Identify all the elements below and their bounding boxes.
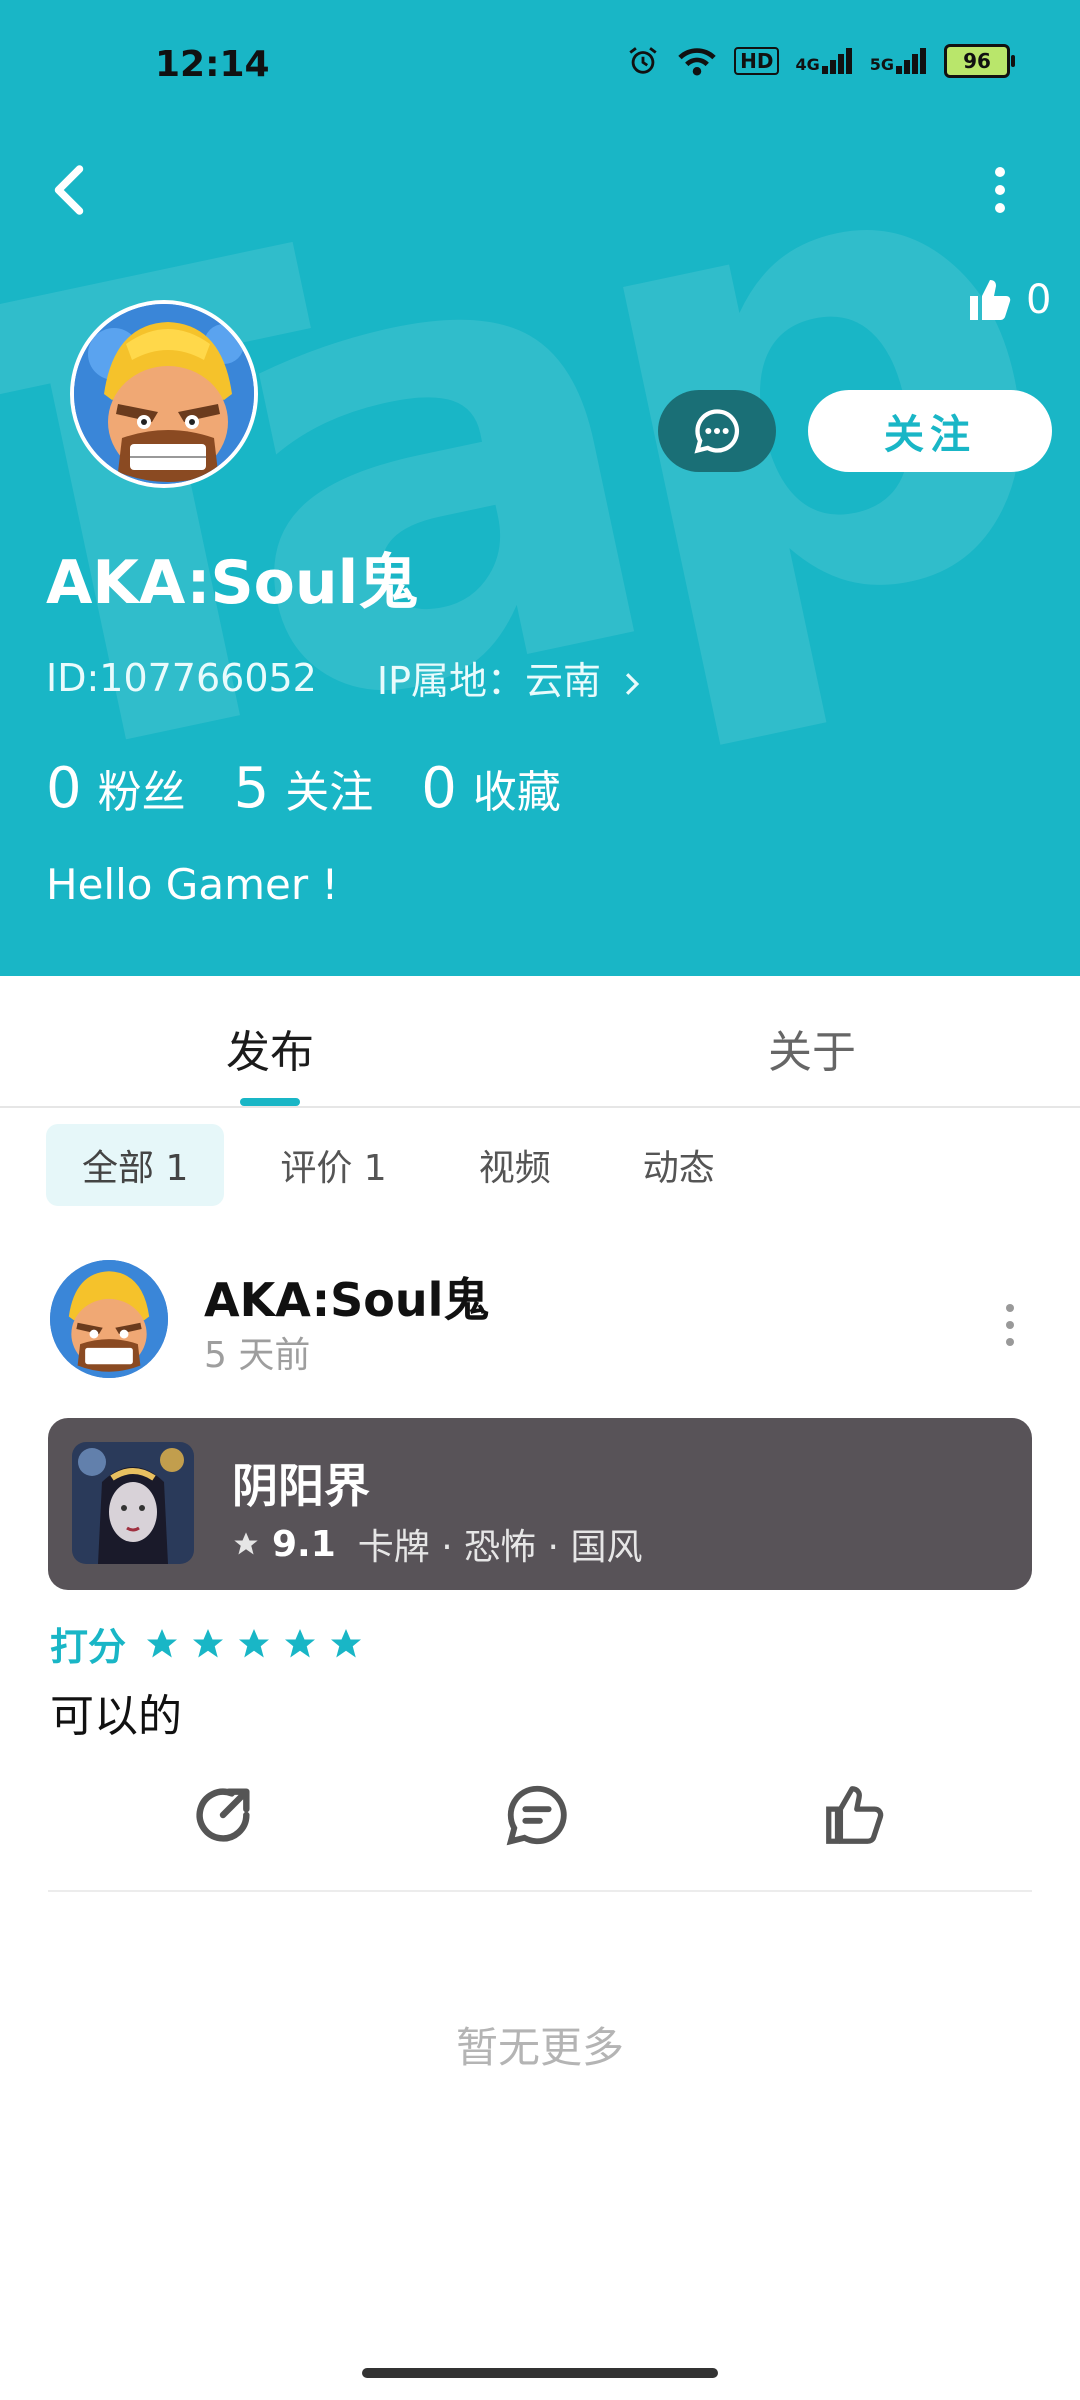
status-bar: 12:14 HD 4G 5G 96 <box>0 0 1080 130</box>
tab-about[interactable]: 关于 <box>768 1016 856 1080</box>
post-divider <box>48 1890 1032 1892</box>
filter-chips: 全部 1 评价 1 视频 动态 <box>46 1124 751 1206</box>
wifi-icon <box>678 48 716 76</box>
stat-favorites[interactable]: 0 收藏 <box>421 756 561 821</box>
post-actions <box>0 1780 1080 1860</box>
tab-publish[interactable]: 发布 <box>226 1016 314 1080</box>
game-card[interactable]: 阴阳界 9.1 卡牌 · 恐怖 · 国风 <box>48 1418 1032 1590</box>
profile-bio: Hello Gamer ! <box>46 860 339 909</box>
profile-tabs: 发布 关于 <box>0 976 1080 1108</box>
thumbs-up-icon <box>970 280 1011 320</box>
star-icon <box>239 1628 270 1657</box>
game-title: 阴阳界 <box>232 1459 370 1513</box>
review-text: 可以的 <box>50 1691 182 1742</box>
status-time: 12:14 <box>155 44 270 85</box>
chevron-right-icon <box>626 672 640 695</box>
chat-bubble-icon <box>694 409 740 454</box>
stat-fans[interactable]: 0 粉丝 <box>46 756 186 821</box>
home-indicator[interactable] <box>362 2368 718 2378</box>
no-more-text: 暂无更多 <box>455 2023 624 2072</box>
profile-username: AKA:Soul鬼 <box>46 548 419 618</box>
barbarian-avatar-image <box>50 1260 168 1378</box>
like-count: 0 <box>1026 277 1052 323</box>
star-icon <box>285 1628 316 1657</box>
profile-stats: 0 粉丝 5 关注 0 收藏 <box>46 756 561 821</box>
filter-reviews[interactable]: 评价 1 <box>244 1124 422 1206</box>
like-counter[interactable]: 0 <box>966 276 1051 324</box>
thumbs-up-icon[interactable] <box>820 1780 890 1850</box>
score-row: 打分 <box>50 1616 364 1671</box>
post-author-name[interactable]: AKA:Soul鬼 <box>204 1264 489 1330</box>
profile-header: Tap 12:14 HD 4G 5G 96 0 关注 AKA:Soul鬼 ID:… <box>0 0 1080 976</box>
star-icon <box>234 1532 258 1555</box>
filter-all[interactable]: 全部 1 <box>46 1124 225 1206</box>
post-author-avatar[interactable] <box>50 1260 168 1378</box>
profile-id-line: ID:107766052 IP属地：云南 <box>46 650 643 705</box>
post-time: 5 天前 <box>204 1335 311 1376</box>
profile-avatar[interactable] <box>70 300 258 488</box>
ip-location[interactable]: IP属地：云南 <box>377 650 643 705</box>
post-more-icon[interactable] <box>1000 1300 1020 1350</box>
message-button[interactable] <box>658 390 776 472</box>
game-icon <box>72 1442 194 1564</box>
filter-moments[interactable]: 动态 <box>607 1124 751 1206</box>
battery-indicator: 96 <box>944 44 1015 78</box>
stat-following[interactable]: 5 关注 <box>234 756 374 821</box>
user-id: ID:107766052 <box>46 655 317 700</box>
game-tags: 卡牌 · 恐怖 · 国风 <box>357 1527 643 1568</box>
back-arrow-icon[interactable] <box>44 160 94 220</box>
barbarian-avatar-image <box>74 304 254 484</box>
more-vertical-icon[interactable] <box>980 160 1020 220</box>
game-meta: 9.1 卡牌 · 恐怖 · 国风 <box>232 1518 642 1570</box>
follow-button[interactable]: 关注 <box>808 390 1052 472</box>
star-icon <box>331 1628 362 1657</box>
status-icons: HD 4G 5G 96 <box>626 44 1015 78</box>
star-icon <box>193 1628 224 1657</box>
network-5g: 5G <box>870 48 928 74</box>
filter-videos[interactable]: 视频 <box>443 1124 587 1206</box>
score-label: 打分 <box>50 1625 127 1669</box>
active-tab-indicator <box>240 1098 300 1106</box>
game-rating: 9.1 <box>272 1523 336 1565</box>
share-icon[interactable] <box>188 1780 258 1850</box>
star-icon <box>147 1628 178 1657</box>
network-4g: 4G <box>795 48 853 74</box>
hd-badge: HD <box>734 47 780 75</box>
comment-icon[interactable] <box>502 1780 572 1850</box>
alarm-icon <box>629 47 657 74</box>
